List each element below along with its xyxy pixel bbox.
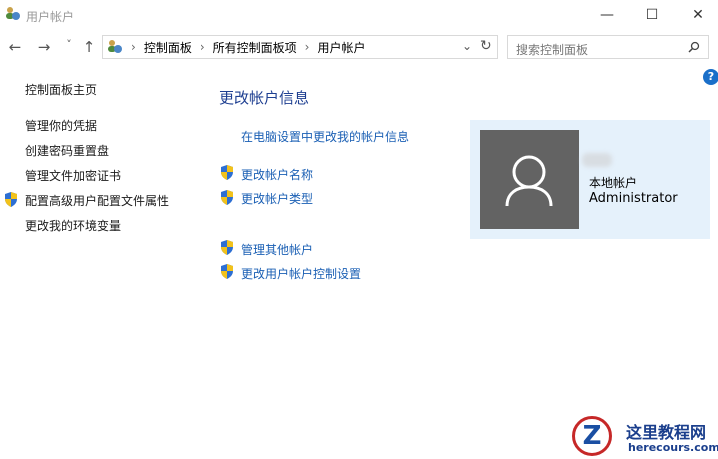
address-dropdown-button[interactable]: ⌄	[462, 39, 472, 53]
sidebar-item-profile-properties[interactable]: 配置高级用户配置文件属性	[25, 192, 169, 209]
sidebar-item-env-vars[interactable]: 更改我的环境变量	[25, 217, 121, 234]
window-title: 用户帐户	[26, 10, 75, 24]
sidebar-item-password-reset[interactable]: 创建密码重置盘	[25, 142, 109, 159]
minimize-button[interactable]: —	[592, 4, 622, 26]
sidebar-home-link[interactable]: 控制面板主页	[25, 81, 97, 98]
watermark-url: herecours.com	[628, 441, 718, 454]
page-heading: 更改帐户信息	[219, 89, 310, 107]
close-button[interactable]: ✕	[683, 4, 713, 26]
uac-settings-link[interactable]: 更改用户帐户控制设置	[241, 265, 361, 282]
change-account-type-link[interactable]: 更改帐户类型	[241, 190, 313, 207]
breadcrumb-separator: ›	[304, 40, 310, 54]
help-button[interactable]: ?	[703, 69, 718, 85]
watermark-title: 这里教程网	[626, 423, 707, 442]
blurred-username	[582, 153, 612, 167]
breadcrumb-separator: ›	[131, 40, 136, 54]
refresh-button[interactable]: ↻	[480, 38, 492, 54]
maximize-button[interactable]: ☐	[637, 4, 667, 26]
user-icon	[505, 155, 553, 207]
uac-shield-icon	[221, 190, 233, 205]
breadcrumb-user-accounts[interactable]: 用户帐户	[317, 39, 365, 56]
search-icon[interactable]	[688, 41, 700, 53]
breadcrumb-control-panel[interactable]: 控制面板	[144, 39, 192, 56]
uac-shield-icon	[221, 240, 233, 255]
change-account-name-link[interactable]: 更改帐户名称	[241, 166, 313, 183]
forward-button[interactable]: →	[35, 38, 53, 56]
avatar	[480, 130, 579, 229]
address-bar[interactable]: › 控制面板 › 所有控制面板项 › 用户帐户	[102, 35, 498, 59]
recent-locations-button[interactable]: ˅	[60, 38, 78, 51]
uac-shield-icon	[221, 264, 233, 279]
uac-shield-icon	[5, 192, 17, 207]
account-type: 本地帐户	[589, 176, 638, 190]
pc-settings-link[interactable]: 在电脑设置中更改我的帐户信息	[241, 128, 409, 145]
user-accounts-icon	[108, 40, 122, 53]
back-button[interactable]: ←	[6, 38, 24, 56]
uac-shield-icon	[221, 165, 233, 180]
breadcrumb-separator: ›	[199, 40, 205, 54]
breadcrumb-all-items[interactable]: 所有控制面板项	[213, 39, 297, 56]
user-accounts-icon	[6, 7, 20, 20]
sidebar-item-credentials[interactable]: 管理你的凭据	[25, 117, 97, 134]
manage-other-accounts-link[interactable]: 管理其他帐户	[241, 241, 313, 258]
up-button[interactable]: ↑	[80, 38, 98, 56]
watermark-logo: Z	[572, 416, 612, 456]
search-input[interactable]: 搜索控制面板	[507, 35, 709, 59]
sidebar-item-encryption-cert[interactable]: 管理文件加密证书	[25, 167, 121, 184]
account-name: Administrator	[589, 191, 678, 206]
